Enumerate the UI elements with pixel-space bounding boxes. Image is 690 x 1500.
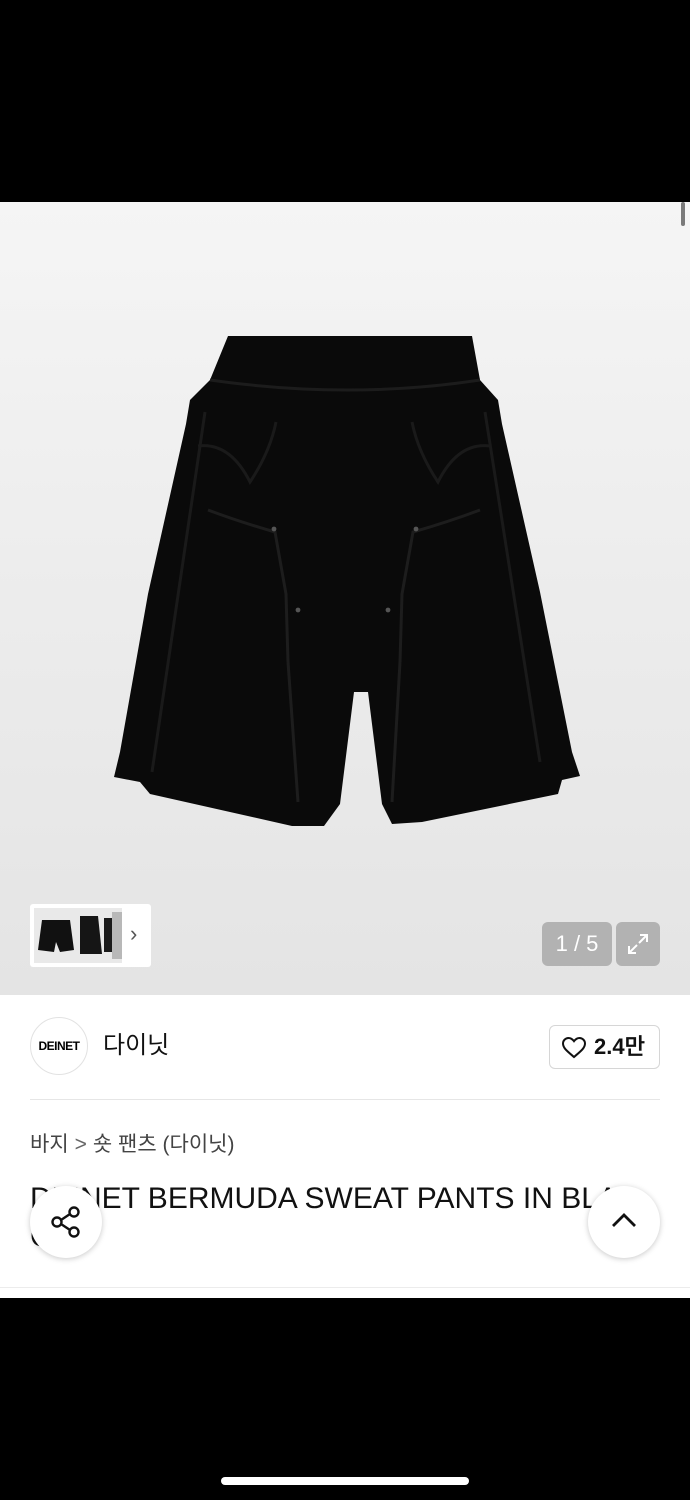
divider [30,1099,660,1100]
chevron-up-icon [612,1213,636,1227]
share-button[interactable] [30,1186,102,1258]
status-bar-area [0,0,690,202]
thumbnail-image [34,908,122,963]
like-count: 2.4만 [594,1034,645,1059]
section-divider [0,1287,690,1288]
home-indicator[interactable] [221,1477,469,1485]
breadcrumb-separator: > [74,1133,87,1156]
breadcrumb: 바지 > 숏 팬츠 (다이닛) [30,1132,234,1158]
share-icon [51,1206,80,1238]
product-image [114,336,580,826]
breadcrumb-category[interactable]: 바지 [30,1133,69,1156]
chevron-right-icon[interactable]: › [130,920,137,948]
product-image-gallery[interactable]: › 1 / 5 [0,202,690,995]
product-page: › 1 / 5 DEINET 다이닛 2.4만 바지 > 숏 팬츠 (다이닛) DE… [0,202,690,1298]
brand-logo[interactable]: DEINET [30,1017,88,1075]
brand-name[interactable]: 다이닛 [103,1031,169,1061]
expand-button[interactable] [616,922,660,966]
like-button[interactable]: 2.4만 [549,1025,660,1069]
heart-outline-icon [562,1037,586,1059]
image-counter: 1 / 5 [542,922,612,966]
scroll-to-top-button[interactable] [588,1186,660,1258]
breadcrumb-subcategory[interactable]: 숏 팬츠 (다이닛) [93,1133,235,1156]
brand-row: DEINET 다이닛 2.4만 [0,995,690,1099]
expand-arrows-icon [628,934,648,954]
scrollbar[interactable] [681,202,685,226]
product-title: DEINET BERMUDA SWEAT PANTS IN BLA [30,1182,618,1215]
product-title-continued: CK [30,1218,650,1256]
thumbnail-strip[interactable]: › [30,904,151,967]
